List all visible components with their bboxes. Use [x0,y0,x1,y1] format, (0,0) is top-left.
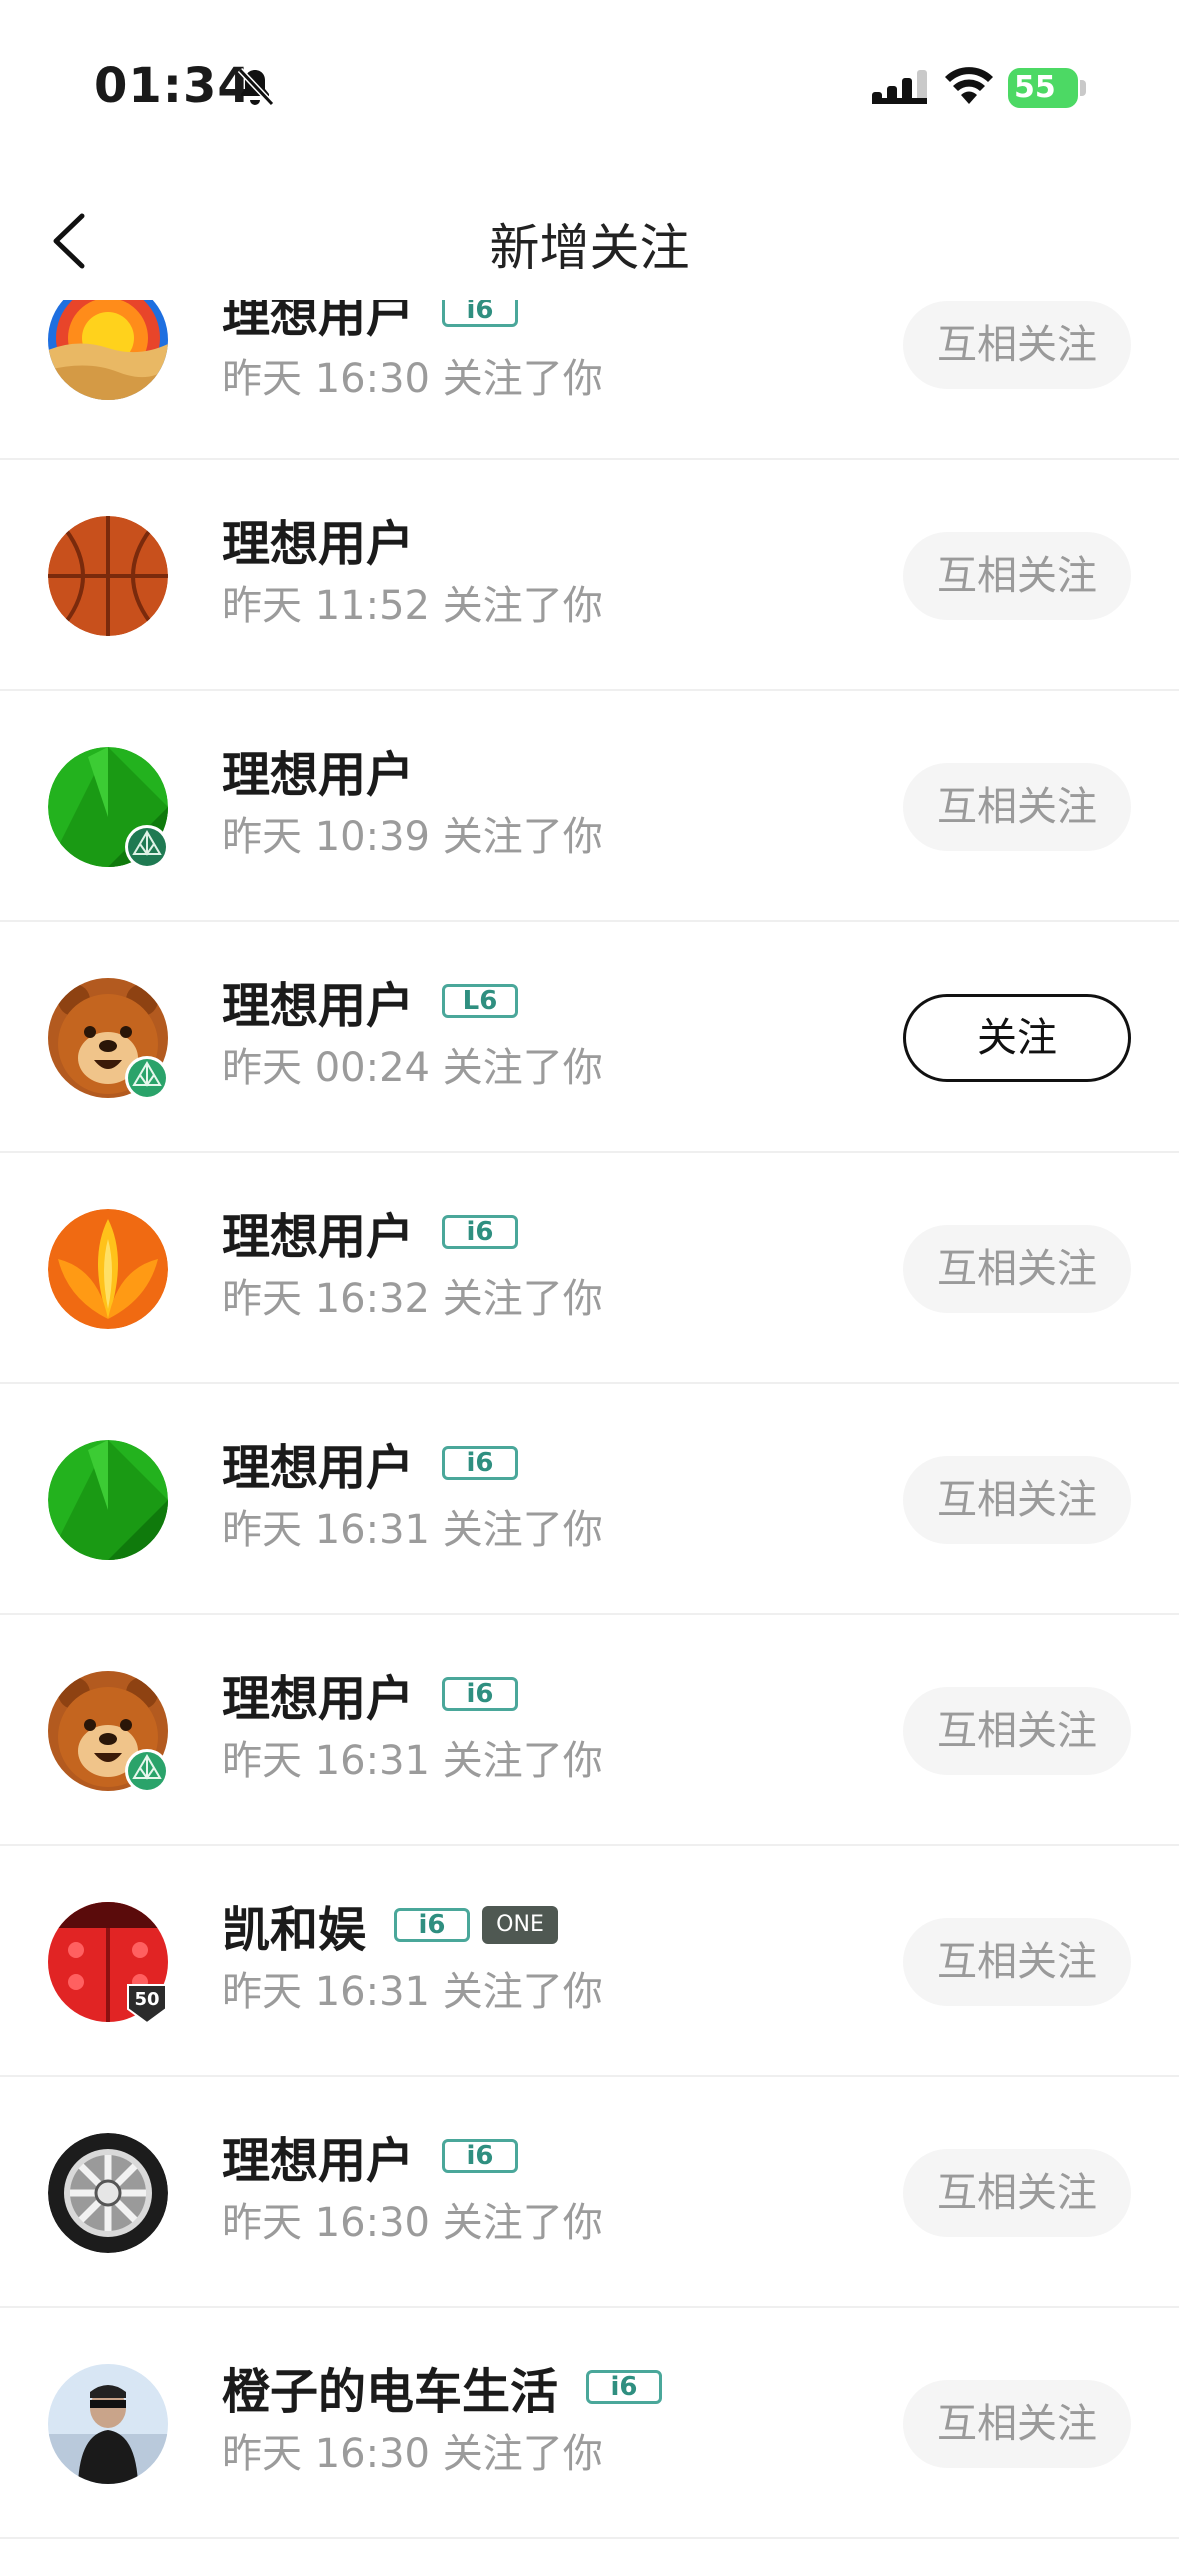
mutual-follow-button[interactable]: 互相关注 [903,1225,1131,1313]
level-badge-text: 50 [134,1989,159,2010]
name-line: 橙子的电车生活 i6 [222,2357,663,2420]
name-line: 理想用户 i6 [222,1664,519,1727]
li-badge-icon [125,825,169,869]
li-badge-icon [125,1056,169,1100]
name-line: 理想用户 i6 [222,300,519,343]
follow-time: 昨天 11:52 关注了你 [222,583,603,629]
name-line: 理想用户 [222,509,414,572]
name-line: 理想用户 [222,740,414,803]
list-item[interactable]: 理想用户 i6 昨天 16:32 关注了你 互相关注 [0,1154,1179,1384]
battery-tip [1080,80,1086,96]
cellular-signal-icon [872,70,927,104]
car-tag: i6 [586,2370,663,2404]
follow-button[interactable]: 关注 [903,994,1131,1082]
list-item[interactable]: 理想用户 i6 昨天 16:31 关注了你 互相关注 [0,1385,1179,1615]
car-tag: i6 [442,1446,519,1480]
car-tag: i6 [442,300,519,327]
list-item[interactable]: 理想用户 L6 昨天 00:24 关注了你 关注 [0,923,1179,1153]
mutual-follow-button[interactable]: 互相关注 [903,532,1131,620]
user-name[interactable]: 理想用户 [222,2121,414,2191]
mutual-follow-button[interactable]: 互相关注 [903,763,1131,851]
user-name[interactable]: 橙子的电车生活 [222,2352,558,2422]
list-item[interactable]: 理想用户 i6 昨天 16:30 关注了你 互相关注 [0,2078,1179,2308]
car-tag: i6 [394,1908,471,1942]
user-name[interactable]: 凯和娱 [222,1890,366,1960]
user-name[interactable]: 理想用户 [222,735,414,805]
level-badge-icon: 50 [127,1984,167,2025]
photo-avatar[interactable] [48,2364,168,2484]
list-item[interactable]: 理想用户 昨天 10:39 关注了你 互相关注 [0,692,1179,922]
bell-muted-icon [237,67,275,107]
mutual-follow-button[interactable]: 互相关注 [903,1687,1131,1775]
car-tag: i6 [442,1677,519,1711]
follow-time: 昨天 16:30 关注了你 [222,356,603,402]
followers-list[interactable]: 理想用户 i6 昨天 16:30 关注了你 互相关注 理想用户 昨天 11:52… [0,300,1179,2556]
mutual-follow-button[interactable]: 互相关注 [903,2380,1131,2468]
follow-time: 昨天 16:31 关注了你 [222,1969,603,2015]
battery-icon: 55 [1008,68,1086,108]
follow-time: 昨天 16:30 关注了你 [222,2200,603,2246]
list-item[interactable]: 橙子的电车生活 i6 昨天 16:30 关注了你 互相关注 [0,2309,1179,2539]
mutual-follow-button[interactable]: 互相关注 [903,1456,1131,1544]
wifi-icon [945,67,993,104]
mutual-follow-button[interactable]: 互相关注 [903,1918,1131,2006]
user-name[interactable]: 理想用户 [222,966,414,1036]
name-line: 理想用户 L6 [222,971,519,1034]
page-title: 新增关注 [489,219,690,277]
user-name[interactable]: 理想用户 [222,1428,414,1498]
status-time: 01:34 [94,58,252,114]
one-tag: ONE [482,1906,559,1944]
name-line: 理想用户 i6 [222,2126,519,2189]
user-name[interactable]: 理想用户 [222,1197,414,1267]
list-item[interactable]: 理想用户 i6 昨天 16:31 关注了你 互相关注 [0,1616,1179,1846]
follow-time: 昨天 16:31 关注了你 [222,1507,603,1553]
car-tag: i6 [442,2139,519,2173]
wheel-avatar[interactable] [48,2133,168,2253]
orange-flower-avatar[interactable] [48,1209,168,1329]
li-badge-icon [125,1749,169,1793]
sunset-desert-avatar[interactable] [48,300,168,400]
follow-time: 昨天 16:31 关注了你 [222,1738,603,1784]
mutual-follow-button[interactable]: 互相关注 [903,301,1131,389]
user-name[interactable]: 理想用户 [222,1659,414,1729]
car-tag: i6 [442,1215,519,1249]
battery-level: 55 [1008,68,1078,108]
list-item[interactable]: 理想用户 昨天 11:52 关注了你 互相关注 [0,461,1179,691]
status-bar: 01:34 55 [0,0,1179,170]
green-leaf-avatar[interactable] [48,1440,168,1560]
follow-time: 昨天 00:24 关注了你 [222,1045,603,1091]
name-line: 凯和娱 i6 ONE [222,1895,559,1958]
car-tag: L6 [442,984,519,1018]
list-item[interactable]: 50 凯和娱 i6 ONE 昨天 16:31 关注了你 互相关注 [0,1847,1179,2077]
list-item[interactable]: 理想用户 i6 昨天 16:30 关注了你 互相关注 [0,300,1179,460]
follow-time: 昨天 10:39 关注了你 [222,814,603,860]
nav-bar: 新增关注 [0,170,1179,300]
follow-time: 昨天 16:30 关注了你 [222,2431,603,2477]
name-line: 理想用户 i6 [222,1433,519,1496]
name-line: 理想用户 i6 [222,1202,519,1265]
basketball-avatar[interactable] [48,516,168,636]
user-name[interactable]: 理想用户 [222,504,414,574]
mutual-follow-button[interactable]: 互相关注 [903,2149,1131,2237]
follow-time: 昨天 16:32 关注了你 [222,1276,603,1322]
user-name[interactable]: 理想用户 [222,300,414,345]
